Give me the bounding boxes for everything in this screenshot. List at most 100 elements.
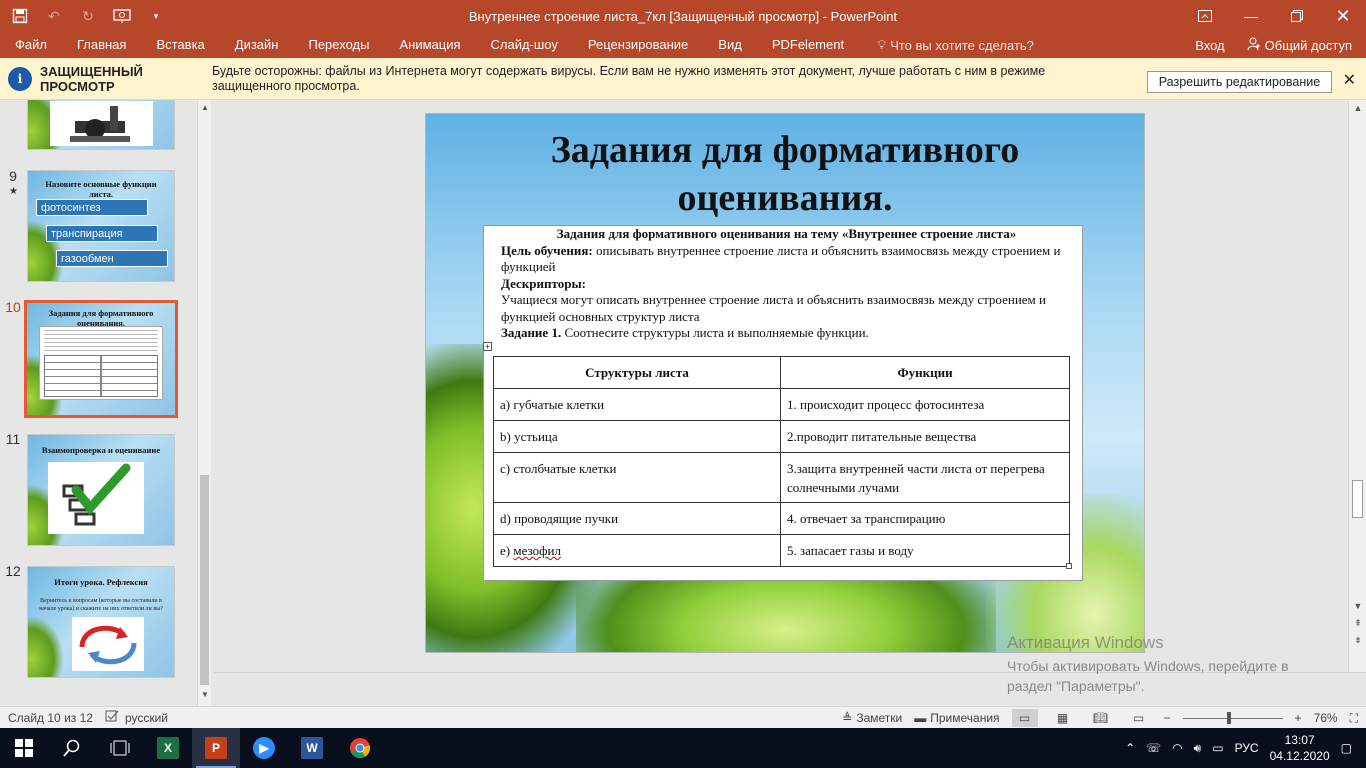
scroll-down-arrow-icon[interactable]: ▼: [199, 690, 211, 702]
descriptors-text: Учащиеся могут описать внутреннее строен…: [501, 292, 1046, 324]
tell-me-text: Что вы хотите сделать?: [890, 37, 1034, 53]
search-icon[interactable]: [48, 728, 96, 768]
zoom-in-icon[interactable]: +: [1295, 711, 1302, 725]
slide-number-9: 9: [9, 168, 17, 184]
notes-icon: ≜: [842, 711, 853, 725]
save-icon[interactable]: [10, 6, 30, 26]
checklist-image: [48, 462, 144, 534]
thumbnail-content-box: [39, 326, 163, 400]
slide-content-box[interactable]: Задания для формативного оценивания на т…: [483, 225, 1083, 581]
redo-icon[interactable]: ↻: [78, 6, 98, 26]
signin-link[interactable]: Вход: [1195, 38, 1224, 53]
volume-icon[interactable]: 🔊︎: [1194, 741, 1202, 756]
zoom-slider[interactable]: [1182, 711, 1283, 724]
tab-animation[interactable]: Анимация: [384, 32, 475, 58]
tab-slideshow[interactable]: Слайд-шоу: [476, 32, 573, 58]
current-slide: Задания для формативного оценивания. Зад…: [425, 113, 1145, 653]
task-view-icon[interactable]: [96, 728, 144, 768]
undo-icon[interactable]: ↶: [44, 6, 64, 26]
matching-table[interactable]: Структуры листа Функции a) губчатые клет…: [493, 356, 1070, 567]
previous-slide-icon[interactable]: ⇞: [1352, 618, 1364, 629]
system-tray: ⌃ ☏ ◠ 🔊︎ ▭ РУС 13:07 04.12.2020 ▢: [1125, 728, 1366, 768]
tab-review[interactable]: Рецензирование: [573, 32, 703, 58]
powerpoint-app-icon[interactable]: P: [192, 728, 240, 768]
fit-to-window-icon[interactable]: ⛶: [1350, 711, 1358, 726]
notes-button[interactable]: ≜ Заметки: [842, 711, 902, 725]
excel-app-icon[interactable]: X: [144, 728, 192, 768]
close-button[interactable]: ✕: [1320, 0, 1366, 32]
share-button[interactable]: Общий доступ: [1247, 37, 1352, 54]
status-bar: Слайд 10 из 12 русский ≜ Заметки ▬ Приме…: [0, 706, 1366, 728]
word-app-icon[interactable]: W: [288, 728, 336, 768]
scroll-up-arrow-icon[interactable]: ▲: [1352, 103, 1364, 113]
tab-transitions[interactable]: Переходы: [293, 32, 384, 58]
slide-thumbnail-9[interactable]: Назовите основные функции листа. фотосин…: [27, 170, 175, 282]
zoom-slider-knob[interactable]: [1226, 711, 1231, 724]
network-icon[interactable]: ☏: [1146, 741, 1161, 755]
editor-scrollbar[interactable]: ▲ ▼ ⇞ ⇟: [1348, 100, 1366, 672]
zoom-app-icon[interactable]: ▶︎: [240, 728, 288, 768]
slideshow-view-icon[interactable]: ▭: [1126, 709, 1152, 727]
slide-thumbnail-12[interactable]: Итоги урока. Рефлексия Вернитесь к вопро…: [27, 566, 175, 678]
minimize-button[interactable]: —: [1228, 0, 1274, 32]
tab-home[interactable]: Главная: [62, 32, 141, 58]
table-row: c) столбчатые клетки 3.защита внутренней…: [493, 452, 1070, 503]
zoom-level[interactable]: 76%: [1314, 711, 1338, 725]
table-row: e) мезофил 5. запасает газы и воду: [493, 534, 1070, 567]
tab-file[interactable]: Файл: [0, 32, 62, 58]
table-move-handle-icon[interactable]: +: [483, 342, 492, 351]
tab-design[interactable]: Дизайн: [220, 32, 294, 58]
slide-title[interactable]: Задания для формативного оценивания.: [426, 126, 1144, 222]
zoom-out-icon[interactable]: −: [1164, 711, 1171, 725]
lightbulb-icon: 💡︎: [877, 37, 887, 52]
slide-thumbnails-pane: 9 ★ Назовите основные функции листа. фот…: [0, 100, 212, 706]
clock-time: 13:07: [1284, 733, 1315, 747]
tell-me-box[interactable]: 💡︎ Что вы хотите сделать?: [859, 37, 1034, 53]
table-cell: 1. происходит процесс фотосинтеза: [780, 388, 1070, 421]
scrollbar-thumb[interactable]: [1352, 480, 1363, 518]
slide-thumbnail-11[interactable]: Взаимопроверка и оценивание: [27, 434, 175, 546]
tab-insert[interactable]: Вставка: [141, 32, 219, 58]
scroll-down-arrow-icon[interactable]: ▼: [1352, 601, 1364, 611]
start-button[interactable]: [0, 728, 48, 768]
notifications-icon[interactable]: ▢: [1341, 741, 1352, 755]
battery-icon[interactable]: ▭: [1212, 741, 1223, 755]
slide-number-12: 12: [5, 563, 21, 579]
slideshow-from-start-icon[interactable]: [112, 6, 132, 26]
slide-thumbnail-8[interactable]: [27, 100, 175, 150]
close-icon[interactable]: ✕: [1343, 70, 1356, 90]
maximize-button[interactable]: [1274, 0, 1320, 32]
person-icon: [1247, 37, 1261, 54]
slide-number-10: 10: [5, 299, 21, 315]
leaf-decoration: [28, 617, 63, 677]
slide-sorter-icon[interactable]: ▦: [1050, 709, 1076, 727]
enable-editing-button[interactable]: Разрешить редактирование: [1147, 71, 1332, 93]
table-cell: a) губчатые клетки: [493, 388, 781, 421]
table-cell: 4. отвечает за транспирацию: [780, 502, 1070, 535]
column-header-functions: Функции: [780, 356, 1070, 389]
table-resize-handle[interactable]: [1066, 563, 1072, 569]
status-right: ≜ Заметки ▬ Примечания ▭ ▦ 📖︎ ▭ − + 76% …: [842, 707, 1358, 729]
ribbon-display-options-icon[interactable]: [1182, 0, 1228, 32]
language-indicator[interactable]: русский: [105, 710, 168, 725]
tab-pdfelement[interactable]: PDFelement: [757, 32, 859, 58]
tab-view[interactable]: Вид: [703, 32, 757, 58]
scrollbar-thumb[interactable]: [200, 475, 209, 685]
misspelled-word: мезофил: [513, 543, 561, 558]
thumbnails-scrollbar[interactable]: ▲ ▼: [197, 100, 211, 706]
customize-toolbar-icon[interactable]: ▾: [146, 6, 166, 26]
wifi-icon[interactable]: ◠: [1172, 741, 1182, 755]
reading-view-icon[interactable]: 📖︎: [1088, 709, 1114, 727]
chevron-up-icon[interactable]: ⌃: [1125, 741, 1135, 755]
comments-button[interactable]: ▬ Примечания: [914, 711, 999, 725]
clock[interactable]: 13:07 04.12.2020: [1270, 732, 1330, 764]
keyboard-language[interactable]: РУС: [1235, 741, 1259, 755]
comments-label: Примечания: [930, 711, 1000, 725]
slide-thumbnail-10[interactable]: Задания для формативного оценивания.: [24, 300, 178, 418]
next-slide-icon[interactable]: ⇟: [1352, 635, 1364, 646]
descriptors-label: Дескрипторы:: [484, 276, 1082, 293]
chrome-app-icon[interactable]: [336, 728, 384, 768]
scroll-up-arrow-icon[interactable]: ▲: [199, 103, 211, 115]
normal-view-icon[interactable]: ▭: [1011, 709, 1038, 727]
thumbnail-title: Взаимопроверка и оценивание: [41, 445, 161, 455]
